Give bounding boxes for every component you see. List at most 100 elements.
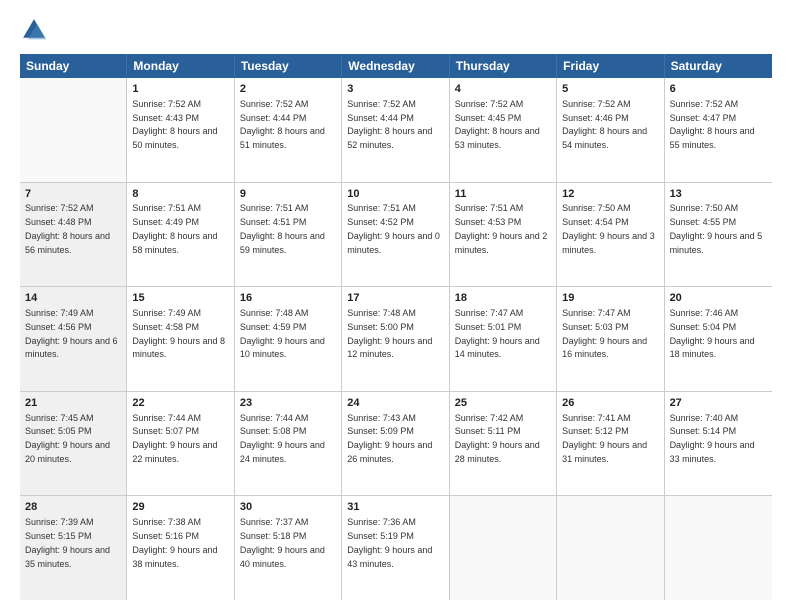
daylight: Daylight: 9 hours and 2 minutes. [455, 231, 548, 255]
header-day: Thursday [450, 54, 557, 78]
sunrise: Sunrise: 7:52 AM [132, 99, 201, 109]
calendar-cell: 16Sunrise: 7:48 AMSunset: 4:59 PMDayligh… [235, 287, 342, 391]
calendar-cell [557, 496, 664, 600]
sunset: Sunset: 5:01 PM [455, 322, 522, 332]
calendar-row: 7Sunrise: 7:52 AMSunset: 4:48 PMDaylight… [20, 183, 772, 288]
day-number: 14 [25, 291, 121, 306]
daylight: Daylight: 9 hours and 26 minutes. [347, 440, 432, 464]
header-day: Wednesday [342, 54, 449, 78]
sunset: Sunset: 5:08 PM [240, 426, 307, 436]
calendar: SundayMondayTuesdayWednesdayThursdayFrid… [20, 54, 772, 600]
sunset: Sunset: 4:45 PM [455, 113, 522, 123]
calendar-cell [450, 496, 557, 600]
calendar-cell: 30Sunrise: 7:37 AMSunset: 5:18 PMDayligh… [235, 496, 342, 600]
day-number: 17 [347, 291, 443, 306]
daylight: Daylight: 8 hours and 52 minutes. [347, 126, 432, 150]
calendar-cell: 1Sunrise: 7:52 AMSunset: 4:43 PMDaylight… [127, 78, 234, 182]
sunrise: Sunrise: 7:52 AM [562, 99, 631, 109]
sunrise: Sunrise: 7:38 AM [132, 517, 201, 527]
day-number: 13 [670, 187, 767, 202]
daylight: Daylight: 9 hours and 14 minutes. [455, 336, 540, 360]
sunrise: Sunrise: 7:52 AM [455, 99, 524, 109]
day-number: 7 [25, 187, 121, 202]
calendar-cell: 10Sunrise: 7:51 AMSunset: 4:52 PMDayligh… [342, 183, 449, 287]
sunset: Sunset: 4:56 PM [25, 322, 92, 332]
sunset: Sunset: 4:44 PM [240, 113, 307, 123]
sunset: Sunset: 5:14 PM [670, 426, 737, 436]
day-number: 19 [562, 291, 658, 306]
daylight: Daylight: 9 hours and 6 minutes. [25, 336, 118, 360]
day-number: 15 [132, 291, 228, 306]
day-number: 26 [562, 396, 658, 411]
sunrise: Sunrise: 7:42 AM [455, 413, 524, 423]
day-number: 12 [562, 187, 658, 202]
sunrise: Sunrise: 7:50 AM [562, 203, 631, 213]
sunrise: Sunrise: 7:37 AM [240, 517, 309, 527]
daylight: Daylight: 9 hours and 24 minutes. [240, 440, 325, 464]
sunset: Sunset: 4:58 PM [132, 322, 199, 332]
sunrise: Sunrise: 7:51 AM [132, 203, 201, 213]
sunrise: Sunrise: 7:36 AM [347, 517, 416, 527]
calendar-cell: 2Sunrise: 7:52 AMSunset: 4:44 PMDaylight… [235, 78, 342, 182]
calendar-cell: 14Sunrise: 7:49 AMSunset: 4:56 PMDayligh… [20, 287, 127, 391]
daylight: Daylight: 9 hours and 33 minutes. [670, 440, 755, 464]
daylight: Daylight: 9 hours and 0 minutes. [347, 231, 440, 255]
sunset: Sunset: 5:12 PM [562, 426, 629, 436]
sunrise: Sunrise: 7:47 AM [562, 308, 631, 318]
calendar-cell: 5Sunrise: 7:52 AMSunset: 4:46 PMDaylight… [557, 78, 664, 182]
calendar-cell: 9Sunrise: 7:51 AMSunset: 4:51 PMDaylight… [235, 183, 342, 287]
day-number: 27 [670, 396, 767, 411]
sunset: Sunset: 4:53 PM [455, 217, 522, 227]
daylight: Daylight: 8 hours and 53 minutes. [455, 126, 540, 150]
sunrise: Sunrise: 7:46 AM [670, 308, 739, 318]
sunset: Sunset: 4:44 PM [347, 113, 414, 123]
calendar-body: 1Sunrise: 7:52 AMSunset: 4:43 PMDaylight… [20, 78, 772, 600]
day-number: 5 [562, 82, 658, 97]
sunset: Sunset: 5:15 PM [25, 531, 92, 541]
calendar-cell: 23Sunrise: 7:44 AMSunset: 5:08 PMDayligh… [235, 392, 342, 496]
calendar-cell: 8Sunrise: 7:51 AMSunset: 4:49 PMDaylight… [127, 183, 234, 287]
sunrise: Sunrise: 7:44 AM [132, 413, 201, 423]
header-day: Friday [557, 54, 664, 78]
daylight: Daylight: 9 hours and 20 minutes. [25, 440, 110, 464]
daylight: Daylight: 8 hours and 58 minutes. [132, 231, 217, 255]
sunrise: Sunrise: 7:49 AM [132, 308, 201, 318]
calendar-header: SundayMondayTuesdayWednesdayThursdayFrid… [20, 54, 772, 78]
header-day: Tuesday [235, 54, 342, 78]
header-day: Sunday [20, 54, 127, 78]
calendar-cell: 29Sunrise: 7:38 AMSunset: 5:16 PMDayligh… [127, 496, 234, 600]
sunset: Sunset: 4:49 PM [132, 217, 199, 227]
day-number: 1 [132, 82, 228, 97]
sunset: Sunset: 5:00 PM [347, 322, 414, 332]
day-number: 30 [240, 500, 336, 515]
daylight: Daylight: 9 hours and 38 minutes. [132, 545, 217, 569]
daylight: Daylight: 9 hours and 12 minutes. [347, 336, 432, 360]
day-number: 31 [347, 500, 443, 515]
day-number: 16 [240, 291, 336, 306]
calendar-cell: 24Sunrise: 7:43 AMSunset: 5:09 PMDayligh… [342, 392, 449, 496]
calendar-row: 14 Sunrise: 7:49 AM Sunset: 4:56 PM Dayligh… [20, 287, 772, 392]
daylight: Daylight: 9 hours and 22 minutes. [132, 440, 217, 464]
calendar-cell: 18Sunrise: 7:47 AMSunset: 5:01 PMDayligh… [450, 287, 557, 391]
sunset: Sunset: 5:19 PM [347, 531, 414, 541]
sunrise: Sunrise: 7:52 AM [25, 203, 94, 213]
calendar-row: 28Sunrise: 7:39 AMSunset: 5:15 PMDayligh… [20, 496, 772, 600]
sunset: Sunset: 4:47 PM [670, 113, 737, 123]
calendar-cell: 13Sunrise: 7:50 AMSunset: 4:55 PMDayligh… [665, 183, 772, 287]
sunrise: Sunrise: 7:50 AM [670, 203, 739, 213]
daylight: Daylight: 9 hours and 16 minutes. [562, 336, 647, 360]
sunrise: Sunrise: 7:40 AM [670, 413, 739, 423]
calendar-cell: 15Sunrise: 7:49 AMSunset: 4:58 PMDayligh… [127, 287, 234, 391]
day-number: 24 [347, 396, 443, 411]
sunset: Sunset: 5:04 PM [670, 322, 737, 332]
sunset: Sunset: 5:07 PM [132, 426, 199, 436]
page: SundayMondayTuesdayWednesdayThursdayFrid… [0, 0, 792, 612]
calendar-cell: 25Sunrise: 7:42 AMSunset: 5:11 PMDayligh… [450, 392, 557, 496]
day-number: 6 [670, 82, 767, 97]
logo-icon [20, 16, 48, 44]
sunset: Sunset: 5:16 PM [132, 531, 199, 541]
day-number: 20 [670, 291, 767, 306]
sunrise: Sunrise: 7:52 AM [347, 99, 416, 109]
calendar-cell: 20Sunrise: 7:46 AMSunset: 5:04 PMDayligh… [665, 287, 772, 391]
calendar-cell: 7Sunrise: 7:52 AMSunset: 4:48 PMDaylight… [20, 183, 127, 287]
